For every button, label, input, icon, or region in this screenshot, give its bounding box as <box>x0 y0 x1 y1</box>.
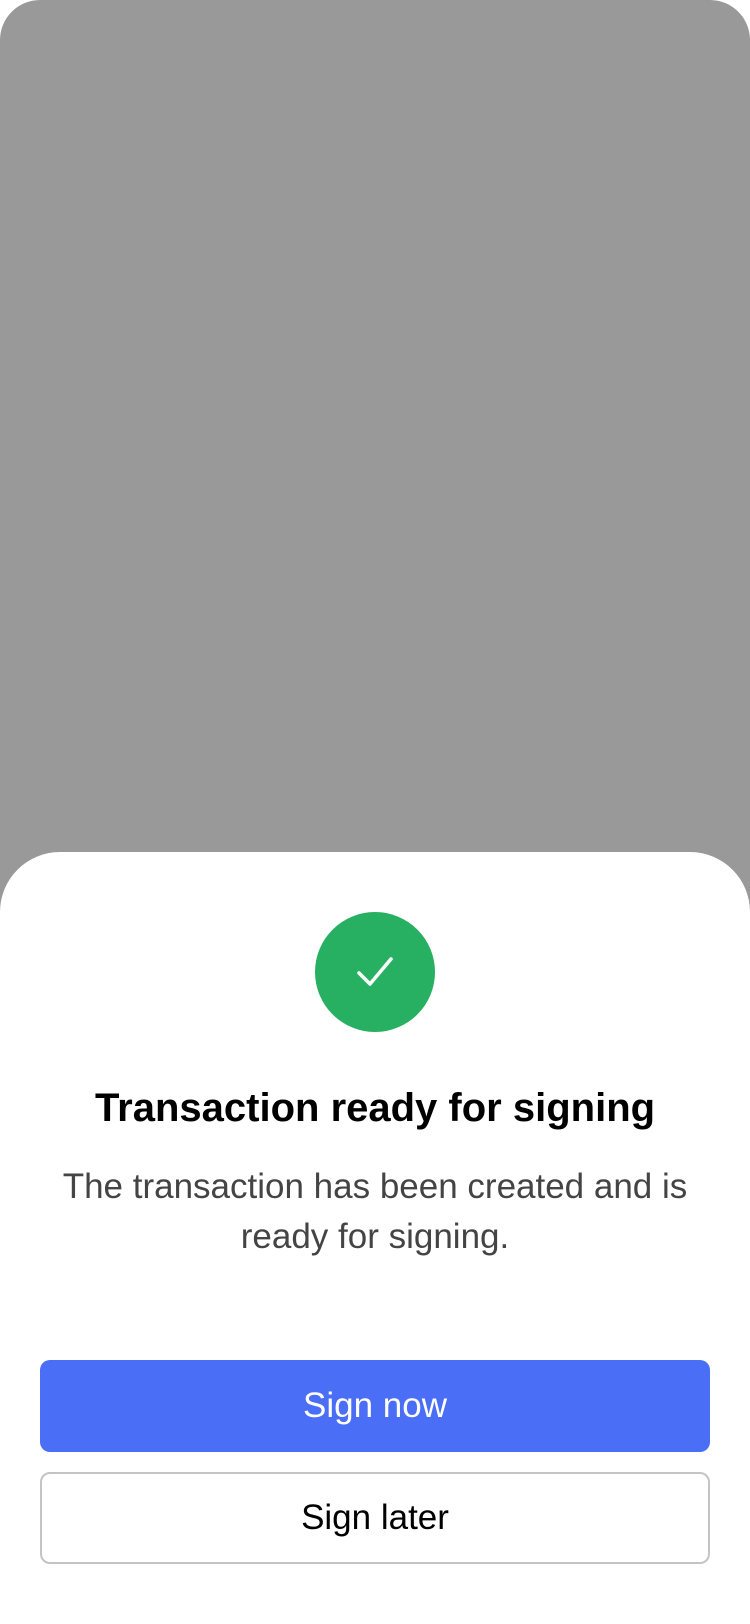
success-badge <box>315 912 435 1032</box>
sheet-title: Transaction ready for signing <box>94 1086 656 1130</box>
app-screen: Transaction ready for signing The transa… <box>0 0 750 1624</box>
sign-now-button[interactable]: Sign now <box>40 1360 710 1452</box>
bottom-sheet: Transaction ready for signing The transa… <box>0 852 750 1624</box>
checkmark-icon <box>357 957 393 986</box>
sheet-description: The transaction has been created and is … <box>62 1167 688 1256</box>
sign-later-button[interactable]: Sign later <box>40 1472 710 1564</box>
